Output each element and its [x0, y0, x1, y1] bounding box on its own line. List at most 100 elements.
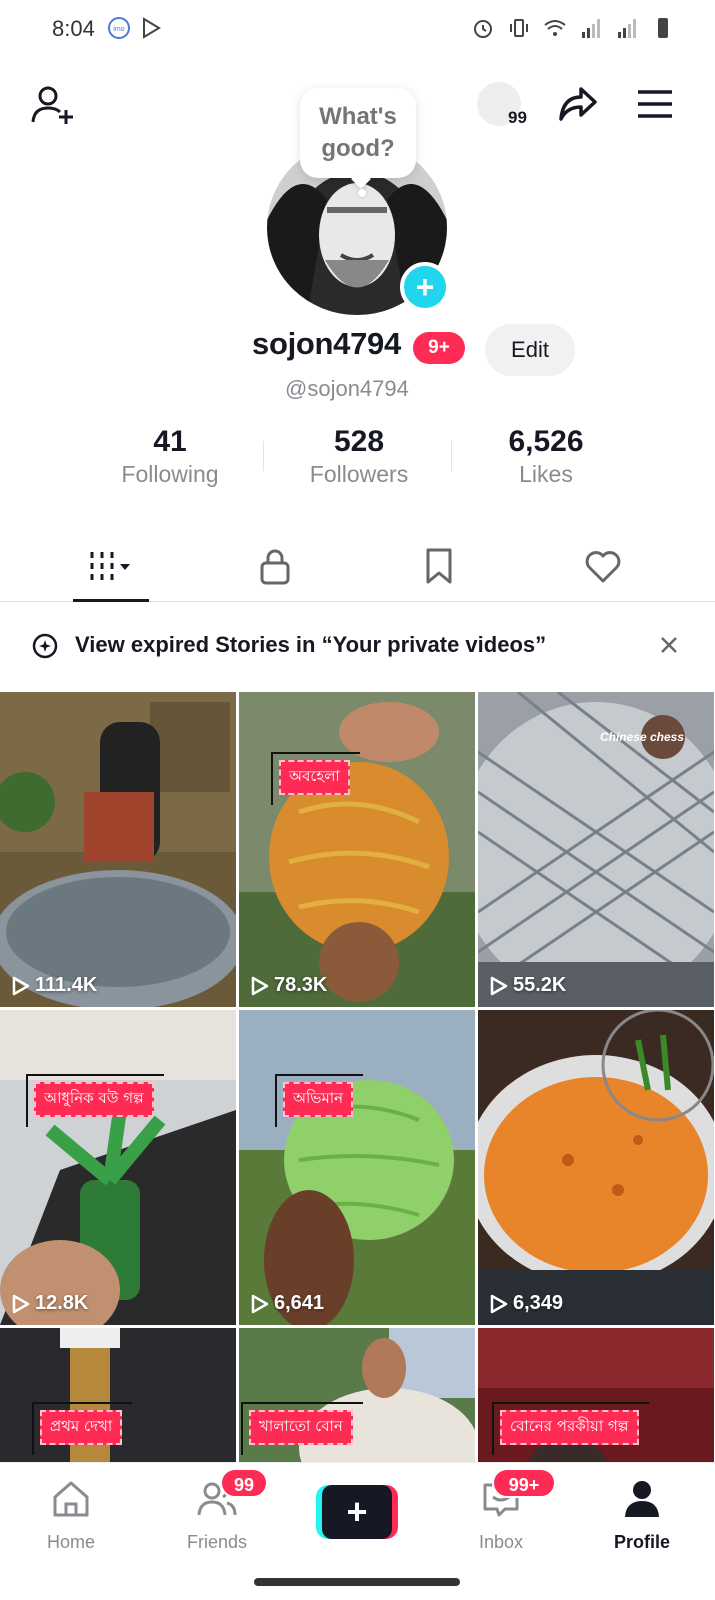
video-tile[interactable]: খালাতো বোন [239, 1328, 475, 1462]
video-tile[interactable]: 111.4K [0, 692, 236, 1007]
video-tile[interactable]: আধুনিক বউ গল্প 12.8K [0, 1010, 236, 1325]
video-caption: বোনের পরকীয়া গল্প [492, 1402, 648, 1455]
status-time: 8:04 [52, 16, 95, 41]
video-tile[interactable]: বোনের পরকীয়া গল্প [478, 1328, 714, 1462]
nav-label: Friends [186, 1532, 248, 1552]
nav-label: Profile [613, 1532, 670, 1552]
close-icon[interactable] [656, 632, 682, 658]
video-tile[interactable]: অবহেলা 78.3K [239, 692, 475, 1007]
video-tile[interactable]: 6,349 [478, 1010, 714, 1325]
home-indicator[interactable] [254, 1578, 460, 1586]
video-thumbnail [239, 692, 475, 1007]
stat-value: 528 [333, 425, 385, 458]
lock-icon [260, 549, 290, 585]
username: sojon4794 [252, 326, 401, 361]
view-count: 6,349 [490, 1292, 563, 1315]
video-tile[interactable]: অভিমান 6,641 [239, 1010, 475, 1325]
video-tile[interactable]: প্রথম দেখা [0, 1328, 236, 1462]
grid-icon [90, 552, 130, 580]
stat-divider [451, 441, 452, 471]
edit-profile-button[interactable]: Edit [485, 324, 575, 376]
stats-row: 41 Following 528 Followers 6,526 Likes [0, 425, 715, 495]
alarm-icon [474, 20, 492, 38]
tab-private[interactable] [230, 530, 320, 602]
video-thumbnail [0, 692, 236, 1007]
avatar-add-button[interactable]: + [400, 262, 450, 312]
nav-profile[interactable]: Profile [587, 1477, 697, 1553]
play-icon [12, 1294, 30, 1313]
notification-button[interactable]: 99 [477, 82, 527, 127]
stat-value: 41 [153, 425, 187, 458]
add-friend-icon[interactable] [28, 82, 76, 130]
video-caption: প্রথম দেখা [31, 1402, 133, 1455]
friends-badge: 99 [220, 1468, 268, 1498]
view-count-text: 6,349 [513, 1292, 564, 1314]
nav-label: Inbox [478, 1532, 524, 1552]
inbox-badge: 99+ [492, 1468, 556, 1498]
tab-favorites[interactable] [394, 530, 484, 602]
menu-icon[interactable] [635, 84, 675, 124]
signal-icon [618, 19, 636, 38]
video-grid: 111.4K অবহেলা 78.3K Chinese chess 55.2K … [0, 692, 715, 1462]
nav-label: Home [46, 1532, 95, 1552]
play-icon [490, 976, 508, 995]
stat-divider [263, 441, 264, 471]
status-bar: 8:04 imo [0, 0, 715, 60]
view-count: 111.4K [12, 974, 97, 997]
view-count-text: 55.2K [513, 974, 567, 996]
bubble-dot [358, 189, 366, 197]
stat-followers[interactable]: 528 Followers [279, 425, 439, 488]
video-caption: Chinese chess [599, 730, 684, 744]
vibrate-icon [510, 19, 528, 37]
view-count-text: 6,641 [274, 1292, 325, 1314]
stat-label: Likes [519, 461, 573, 487]
video-caption: অভিমান [274, 1074, 364, 1127]
nav-home[interactable]: Home [16, 1477, 126, 1553]
tab-videos[interactable] [65, 530, 155, 602]
create-button[interactable]: + [316, 1485, 398, 1539]
user-handle: @sojon4794 [285, 376, 409, 401]
stories-banner[interactable]: View expired Stories in “Your private vi… [0, 620, 715, 672]
bubble-text: What's good? [319, 102, 397, 162]
status-bubble[interactable]: What's good? [300, 88, 416, 178]
home-icon [53, 1481, 89, 1517]
heart-icon [585, 551, 621, 583]
video-tile[interactable]: Chinese chess 55.2K [478, 692, 714, 1007]
stories-icon [32, 633, 58, 659]
play-icon [490, 1294, 508, 1313]
video-thumbnail [0, 1010, 236, 1325]
content-tabs [0, 530, 715, 602]
stat-likes[interactable]: 6,526 Likes [466, 425, 626, 488]
play-icon [251, 1294, 269, 1313]
tab-active-indicator [73, 599, 149, 602]
view-count-text: 78.3K [274, 974, 328, 996]
imo-icon: imo [108, 17, 130, 39]
share-icon[interactable] [557, 83, 599, 125]
tab-liked[interactable] [558, 530, 648, 602]
view-count-text: 111.4K [35, 974, 98, 996]
svg-text:imo: imo [113, 26, 124, 33]
video-thumbnail [239, 1010, 475, 1325]
stat-value: 6,526 [508, 425, 584, 458]
banner-text: View expired Stories in “Your private vi… [75, 632, 547, 657]
stat-following[interactable]: 41 Following [90, 425, 250, 488]
profile-icon [625, 1481, 659, 1517]
stat-label: Following [121, 461, 219, 487]
plus-icon: + [322, 1485, 392, 1539]
play-icon [251, 976, 269, 995]
notification-count: 99 [508, 108, 527, 127]
bookmark-icon [426, 548, 452, 584]
video-caption: আধুনিক বউ গল্প [26, 1074, 164, 1127]
username-badge[interactable]: 9+ [413, 332, 465, 364]
video-thumbnail [478, 1010, 714, 1325]
view-count: 12.8K [12, 1292, 88, 1315]
signal-icon [582, 19, 600, 38]
view-count: 55.2K [490, 974, 566, 997]
play-icon [12, 976, 30, 995]
view-count: 6,641 [251, 1292, 324, 1315]
battery-icon [658, 18, 668, 38]
video-caption: খালাতো বোন [241, 1402, 363, 1455]
video-caption: অবহেলা [271, 752, 360, 805]
stat-label: Followers [309, 461, 409, 487]
wifi-icon [544, 20, 566, 36]
